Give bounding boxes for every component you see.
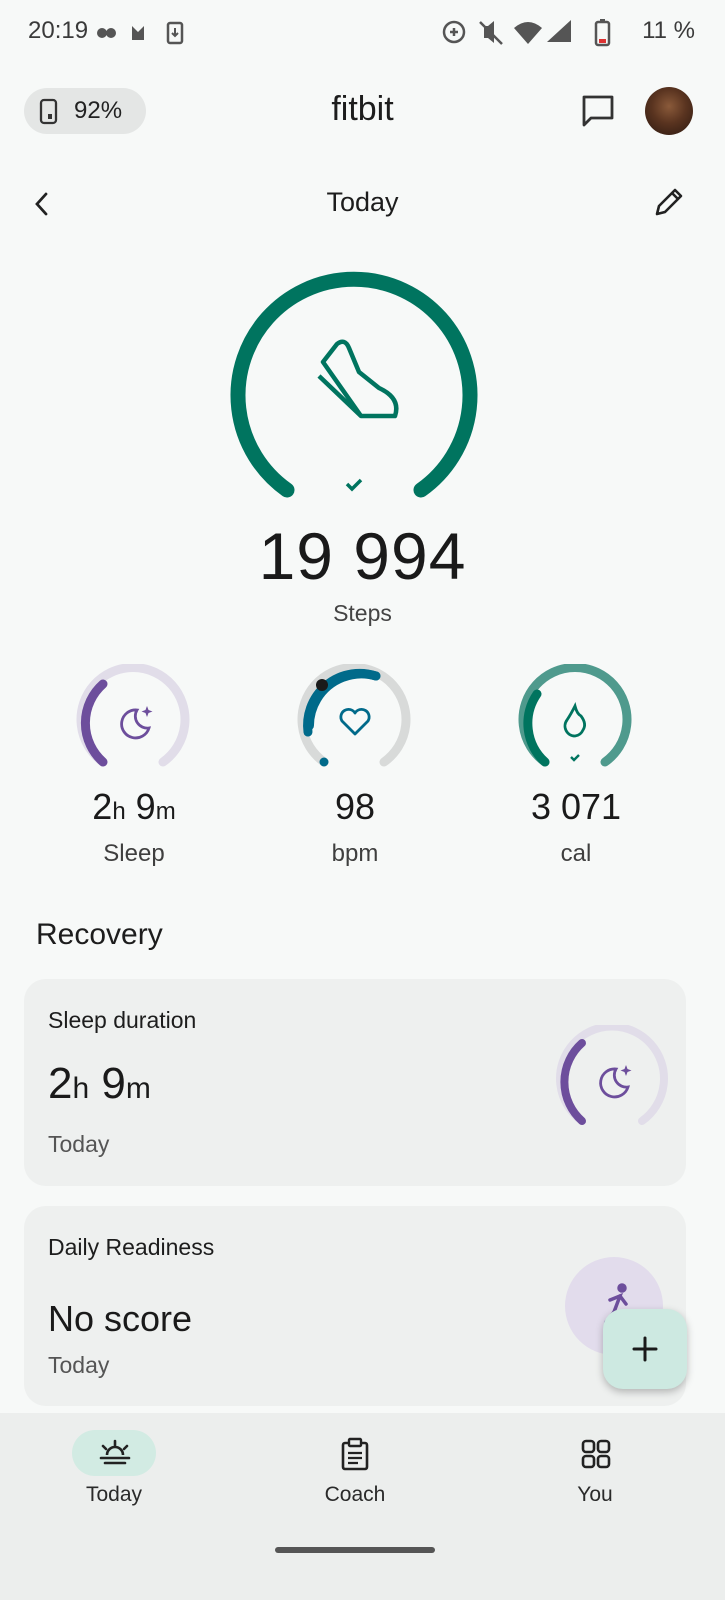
tab-today-label: Today: [85, 1483, 143, 1506]
recovery-section-title: Recovery: [36, 918, 163, 951]
sleep-label: Sleep: [103, 840, 165, 867]
sleep-card-ring: [556, 1025, 668, 1125]
user-avatar[interactable]: [645, 87, 693, 135]
battery-icon: [594, 19, 611, 47]
pencil-icon[interactable]: [652, 186, 686, 220]
add-button[interactable]: [603, 1309, 687, 1389]
tab-coach[interactable]: Coach: [265, 1413, 445, 1533]
calories-value: 3 071: [530, 786, 622, 827]
heart-rate-label: bpm: [331, 840, 379, 867]
moon-icon: [599, 1065, 632, 1099]
heart-rate-value: 98: [334, 786, 376, 827]
status-battery: 11 %: [642, 17, 695, 44]
tab-you-label: You: [577, 1483, 613, 1506]
daily-readiness-card[interactable]: Daily Readiness No score Today: [24, 1206, 686, 1406]
page-title: Today: [326, 187, 399, 217]
steps-label: Steps: [333, 600, 392, 626]
sleep-card-sub: Today: [48, 1131, 110, 1157]
heart-rate-ring[interactable]: [296, 664, 416, 774]
sleep-duration-card[interactable]: Sleep duration 2h 9m Today: [24, 979, 686, 1186]
sunrise-icon: [99, 1439, 131, 1465]
plus-icon: [632, 1336, 658, 1362]
tab-coach-label: Coach: [324, 1483, 386, 1506]
heart-icon: [339, 708, 371, 736]
message-square-icon[interactable]: [580, 93, 616, 129]
tab-you[interactable]: You: [505, 1413, 685, 1533]
bottom-navigation: Today Coach You: [0, 1413, 725, 1600]
sleep-card-title: Sleep duration: [48, 1007, 197, 1033]
goal-check-icon: [345, 478, 363, 492]
sleep-card-value: 2h 9m: [48, 1059, 151, 1108]
steps-value: 19 994: [258, 519, 467, 593]
grid-icon: [581, 1439, 611, 1469]
readiness-card-sub: Today: [48, 1352, 110, 1378]
clipboard-icon: [341, 1437, 369, 1471]
gesture-home-bar[interactable]: [275, 1547, 435, 1553]
moon-icon: [120, 706, 153, 740]
notification-icons: [97, 21, 184, 45]
shoe-icon: [317, 339, 399, 419]
status-bar: 20:19 11 %: [0, 0, 725, 64]
flame-icon: [563, 701, 586, 738]
steps-ring[interactable]: [225, 266, 485, 506]
readiness-card-value: No score: [48, 1298, 193, 1339]
calories-label: cal: [560, 840, 592, 867]
sleep-ring[interactable]: [75, 664, 195, 774]
calories-ring[interactable]: [517, 664, 637, 774]
status-time: 20:19: [28, 17, 89, 44]
app-title: fitbit: [331, 90, 394, 128]
tab-today[interactable]: Today: [24, 1413, 204, 1533]
sleep-value: 2h 9m: [92, 786, 176, 827]
readiness-card-title: Daily Readiness: [48, 1234, 215, 1260]
